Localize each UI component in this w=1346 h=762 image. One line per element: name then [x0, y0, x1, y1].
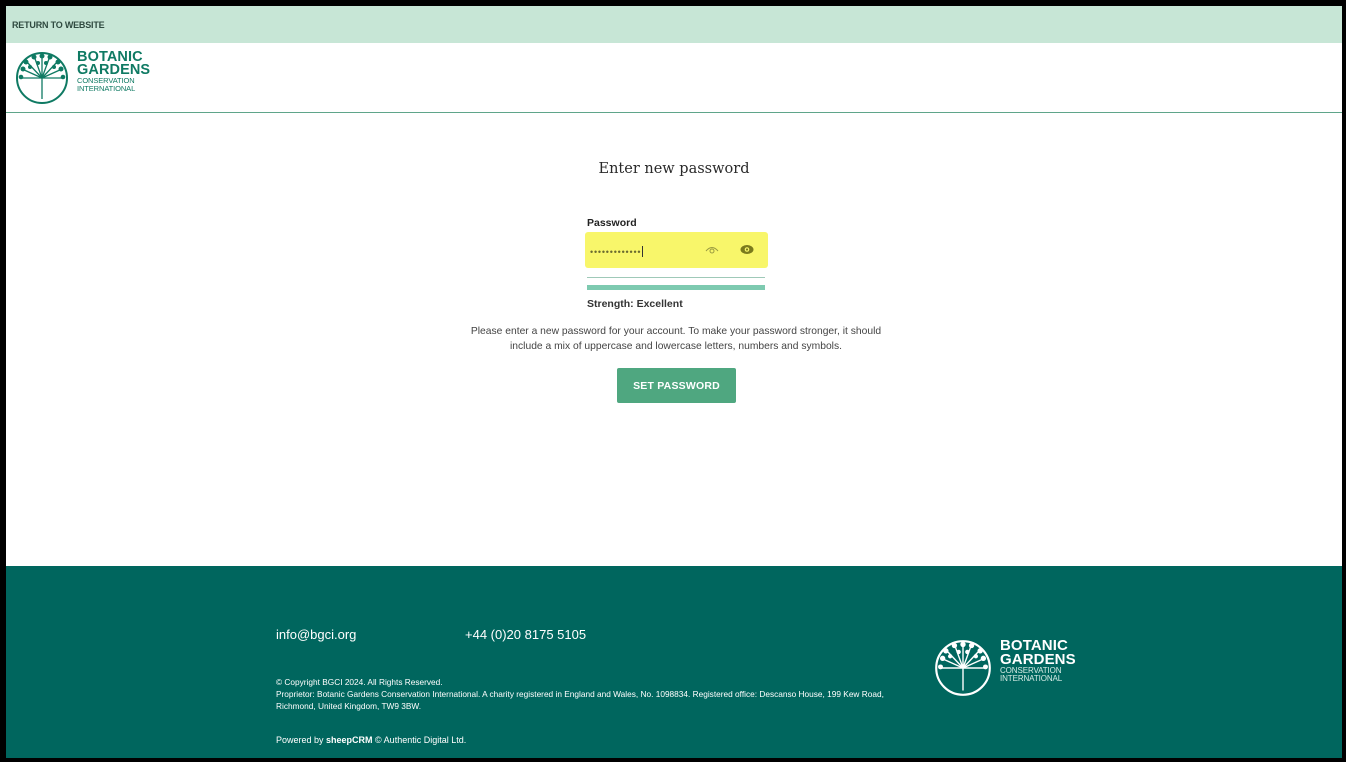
footer-logo-line-international: INTERNATIONAL [1000, 674, 1063, 683]
footer-email-link[interactable]: info@bgci.org [276, 627, 356, 642]
return-to-website-link[interactable]: RETURN TO WEBSITE [12, 20, 105, 30]
top-bar: RETURN TO WEBSITE [6, 6, 1342, 43]
logo-text: BOTANIC GARDENS CONSERVATION INTERNATION… [77, 50, 150, 93]
footer-copyright: © Copyright BGCI 2024. All Rights Reserv… [276, 677, 443, 687]
password-value: ••••••••••••• [590, 247, 642, 257]
password-strength-text: Strength: Excellent [587, 298, 683, 310]
password-underline [587, 277, 765, 278]
reveal-password-icon[interactable] [705, 245, 719, 255]
powered-brand[interactable]: sheepCRM [326, 735, 373, 745]
page-title: Enter new password [598, 161, 750, 177]
password-label: Password [587, 217, 637, 229]
site-header: BOTANIC GARDENS CONSERVATION INTERNATION… [6, 43, 1342, 113]
powered-prefix: Powered by [276, 735, 327, 745]
footer-proprietor: Proprietor: Botanic Gardens Conservation… [276, 689, 884, 711]
page-frame: RETURN TO WEBSITE BOTANIC GARDENS CONSER… [6, 6, 1342, 758]
password-input[interactable]: ••••••••••••• [585, 232, 768, 268]
site-footer: info@bgci.org +44 (0)20 8175 5105 © Copy… [6, 566, 1342, 758]
footer-legal-text: © Copyright BGCI 2024. All Rights Reserv… [276, 676, 916, 712]
tree-emblem-icon [16, 52, 68, 104]
tree-emblem-icon [935, 640, 991, 696]
footer-logo-text: BOTANIC GARDENS CONSERVATION INTERNATION… [1000, 638, 1076, 683]
footer-logo-line-gardens: GARDENS [1000, 651, 1076, 668]
password-help-text: Please enter a new password for your acc… [470, 326, 882, 352]
set-password-button[interactable]: SET PASSWORD [617, 368, 736, 403]
bgci-logo[interactable]: BOTANIC GARDENS CONSERVATION INTERNATION… [14, 50, 150, 105]
footer-phone-link[interactable]: +44 (0)20 8175 5105 [465, 627, 586, 642]
password-reset-form: Enter new password Password ••••••••••••… [6, 113, 1342, 567]
logo-line-international: INTERNATIONAL [77, 84, 136, 93]
password-strength-bar [587, 285, 765, 290]
show-password-icon[interactable] [740, 244, 754, 255]
powered-suffix: © Authentic Digital Ltd. [372, 735, 467, 745]
footer-powered-by: Powered by sheepCRM © Authentic Digital … [276, 735, 466, 745]
footer-logo[interactable]: BOTANIC GARDENS CONSERVATION INTERNATION… [933, 638, 1076, 697]
